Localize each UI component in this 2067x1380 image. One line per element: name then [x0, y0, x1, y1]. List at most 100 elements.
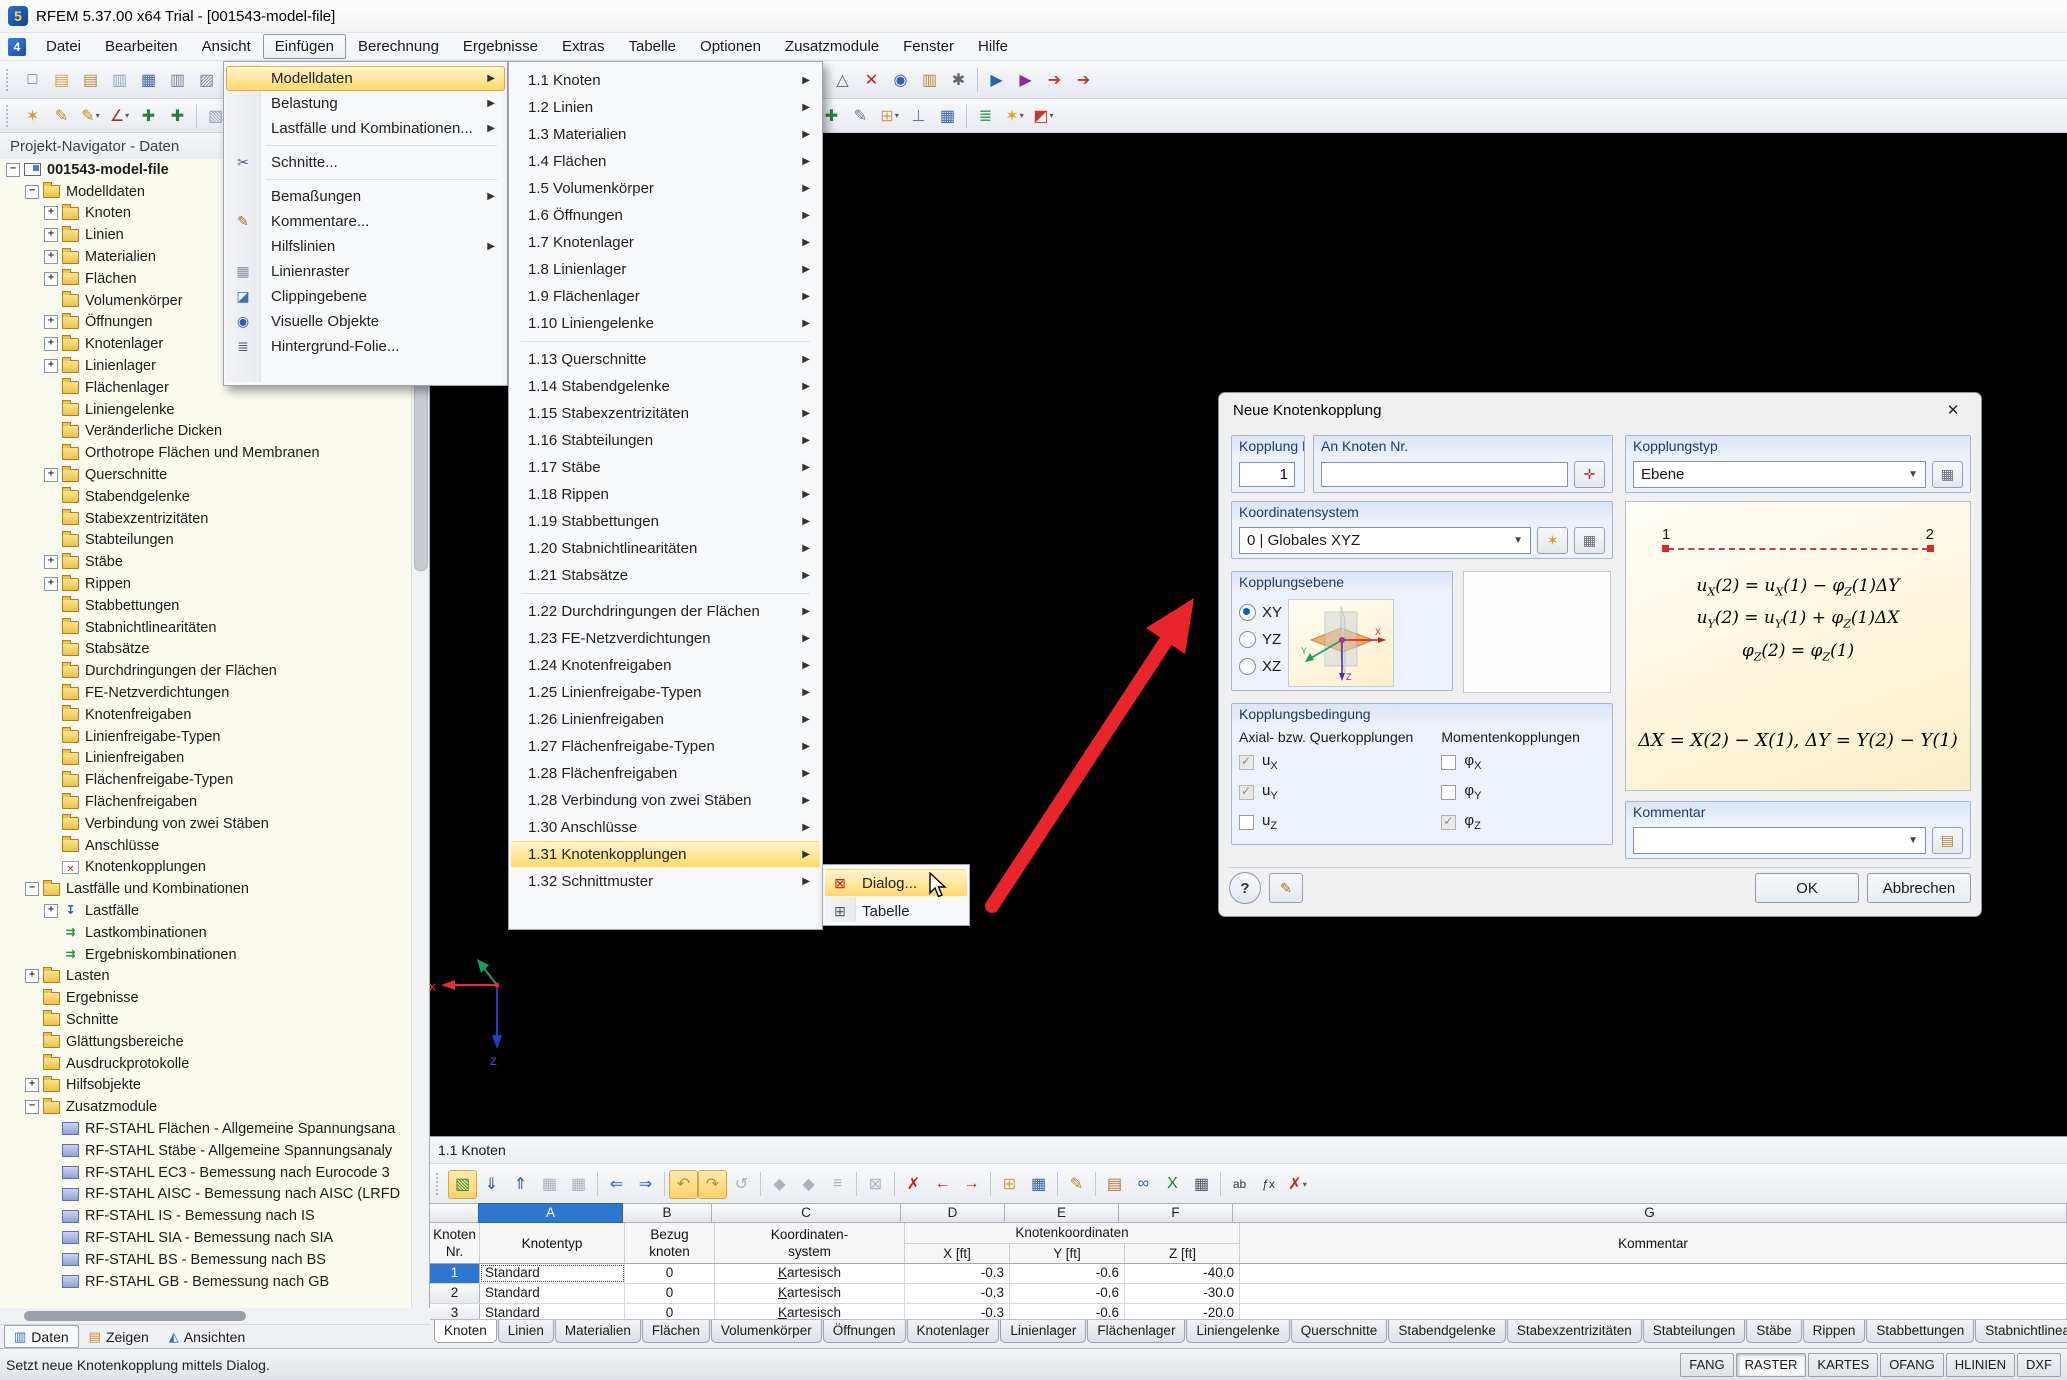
tree-item-rf-stahl-bs-bemessung-nach-bs[interactable]: RF-STAHL BS - Bemessung nach BS [0, 1249, 429, 1271]
check-icon[interactable]: ∞ [1129, 1170, 1158, 1199]
clear-marks-icon[interactable]: ⊠ [861, 1170, 890, 1199]
submenu-item-1-24-knotenfreigaben[interactable]: 1.24 Knotenfreigaben▶ [511, 652, 820, 679]
collapse-icon[interactable]: − [25, 185, 39, 199]
checkbox-checked-icon[interactable] [1239, 755, 1254, 770]
row-number-cell[interactable]: 2 [430, 1284, 480, 1303]
help-button[interactable]: ? [1229, 872, 1261, 904]
radio-selected-icon[interactable] [1239, 604, 1256, 621]
insert-menu-item-clippingebene[interactable]: ◪Clippingebene [226, 284, 505, 309]
comment-manager-button[interactable]: ▤ [1932, 827, 1963, 854]
pick-node-button[interactable]: ✛ [1574, 461, 1605, 488]
column-letter-f[interactable]: F [1118, 1203, 1233, 1223]
undo-icon[interactable]: ↶ [669, 1170, 698, 1199]
plane-option-xy[interactable]: XY [1239, 599, 1282, 626]
tree-item-veränderliche-dicken[interactable]: Veränderliche Dicken [0, 421, 429, 443]
menu-datei[interactable]: Datei [34, 34, 93, 59]
new-polyline-icon[interactable]: ∠▾ [105, 101, 134, 130]
collapse-icon[interactable]: − [25, 882, 39, 896]
coupling-number-input[interactable] [1239, 462, 1295, 487]
condition-uy[interactable]: uY [1239, 777, 1413, 807]
table-tab-liniengelenke[interactable]: Liniengelenke [1186, 1320, 1289, 1343]
table-export-down-icon[interactable]: ⇓ [477, 1170, 506, 1199]
tree-item-rf-stahl-is-bemessung-nach-is[interactable]: RF-STAHL IS - Bemessung nach IS [0, 1205, 429, 1227]
menu-bearbeiten[interactable]: Bearbeiten [93, 34, 190, 59]
mark-3-icon[interactable]: ≡ [823, 1170, 852, 1199]
table-import-up-icon[interactable]: ⇑ [506, 1170, 535, 1199]
view-flag-1-icon[interactable]: ▶ [982, 65, 1011, 94]
info-icon[interactable]: ◉ [886, 65, 915, 94]
edit-coordinate-system-button[interactable]: ▦ [1574, 527, 1605, 554]
condition-ux[interactable]: uX [1239, 747, 1413, 777]
edit-mode-icon[interactable]: ▧ [448, 1170, 477, 1199]
partial-view-icon[interactable]: ⊞▾ [875, 101, 904, 130]
table-tab-materialien[interactable]: Materialien [555, 1320, 641, 1343]
tree-item-rf-stahl-gb-bemessung-nach-gb[interactable]: RF-STAHL GB - Bemessung nach GB [0, 1271, 429, 1293]
radio-unselected-icon[interactable] [1239, 631, 1256, 648]
load-arrow-1-icon[interactable]: ➔ [1040, 65, 1069, 94]
submenu-item-1-18-rippen[interactable]: 1.18 Rippen▶ [511, 481, 820, 508]
remove-row-icon[interactable]: → [957, 1170, 986, 1199]
next-table-icon[interactable]: ⇒ [631, 1170, 660, 1199]
expand-icon[interactable]: + [25, 969, 39, 983]
coordinate-system-select[interactable]: 0 | Globales XYZ ▼ [1239, 527, 1531, 554]
plane-option-yz[interactable]: YZ [1239, 626, 1282, 653]
expand-icon[interactable]: + [44, 577, 58, 591]
insert-menu-item-linienraster[interactable]: ▦Linienraster [226, 259, 505, 284]
prev-table-icon[interactable]: ⇐ [602, 1170, 631, 1199]
context-item-tabelle[interactable]: ⊞Tabelle [825, 897, 967, 925]
tree-item-durchdringungen-der-flächen[interactable]: Durchdringungen der Flächen [0, 660, 429, 682]
submenu-item-1-30-anschlüsse[interactable]: 1.30 Anschlüsse▶ [511, 814, 820, 841]
cell[interactable]: 0 [625, 1264, 715, 1283]
tree-item-glättungsbereiche[interactable]: Glättungsbereiche [0, 1031, 429, 1053]
cell[interactable]: 0 [625, 1284, 715, 1303]
refresh-icon[interactable]: ↺ [727, 1170, 756, 1199]
table-tab-stabnichtlinearitäten[interactable]: Stabnichtlinearitäten [1975, 1320, 2067, 1343]
expand-icon[interactable]: + [44, 359, 58, 373]
submenu-item-1-28-flächenfreigaben[interactable]: 1.28 Flächenfreigaben▶ [511, 760, 820, 787]
submenu-item-1-31-knotenkopplungen[interactable]: 1.31 Knotenkopplungen▶ [511, 841, 820, 868]
tree-item-liniengelenke[interactable]: Liniengelenke [0, 399, 429, 421]
expand-icon[interactable]: + [44, 206, 58, 220]
submenu-item-1-20-stabnichtlinearitäten[interactable]: 1.20 Stabnichtlinearitäten▶ [511, 535, 820, 562]
column-letter-b[interactable]: B [622, 1203, 712, 1223]
collapse-icon[interactable]: − [25, 1100, 39, 1114]
settings-icon[interactable]: ✱ [944, 65, 973, 94]
new-visual-icon[interactable]: ✶▾ [1000, 101, 1029, 130]
table-tab-stabteilungen[interactable]: Stabteilungen [1643, 1320, 1746, 1343]
column-letter-c[interactable]: C [711, 1203, 901, 1223]
expand-icon[interactable]: + [44, 315, 58, 329]
mark-2-icon[interactable]: ◆ [794, 1170, 823, 1199]
submenu-item-1-16-stabteilungen[interactable]: 1.16 Stabteilungen▶ [511, 427, 820, 454]
cell[interactable]: -0.6 [1010, 1304, 1125, 1319]
mark-1-icon[interactable]: ◆ [765, 1170, 794, 1199]
submenu-item-1-1-knoten[interactable]: 1.1 Knoten▶ [511, 67, 820, 94]
context-item-dialog[interactable]: ⊠Dialog... [825, 869, 967, 897]
column-letter-d[interactable]: D [900, 1203, 1005, 1223]
notes-icon[interactable]: ▥ [915, 65, 944, 94]
submenu-item-1-10-liniengelenke[interactable]: 1.10 Liniengelenke▶ [511, 310, 820, 337]
expand-icon[interactable]: + [44, 228, 58, 242]
open-project-icon[interactable]: ▤ [76, 65, 105, 94]
insert-menu-item-bemaßungen[interactable]: Bemaßungen▶ [226, 184, 505, 209]
submenu-item-1-32-schnittmuster[interactable]: 1.32 Schnittmuster▶ [511, 868, 820, 895]
comment-combobox[interactable]: ▼ [1633, 827, 1926, 854]
condition-z[interactable]: φZ [1441, 807, 1580, 837]
submenu-item-1-22-durchdringungen-der-flächen[interactable]: 1.22 Durchdringungen der Flächen▶ [511, 598, 820, 625]
table-tab-flächenlager[interactable]: Flächenlager [1087, 1320, 1185, 1343]
checkbox-unchecked-icon[interactable] [1441, 785, 1456, 800]
cell[interactable]: Kartesisch [715, 1284, 905, 1303]
color-scale-icon[interactable]: ◩▾ [1029, 101, 1058, 130]
menu-ansicht[interactable]: Ansicht [190, 34, 263, 59]
checkbox-checked-icon[interactable] [1239, 785, 1254, 800]
submenu-item-1-7-knotenlager[interactable]: 1.7 Knotenlager▶ [511, 229, 820, 256]
expand-icon[interactable]: + [44, 250, 58, 264]
tree-item-flächenfreigaben[interactable]: Flächenfreigaben [0, 791, 429, 813]
menu-extras[interactable]: Extras [550, 34, 617, 59]
menu-ergebnisse[interactable]: Ergebnisse [451, 34, 550, 59]
submenu-item-1-25-linienfreigabe-typen[interactable]: 1.25 Linienfreigabe-Typen▶ [511, 679, 820, 706]
view-table-icon[interactable]: ⊞ [995, 1170, 1024, 1199]
load-arrow-2-icon[interactable]: ➔ [1069, 65, 1098, 94]
insert-menu-item-belastung[interactable]: Belastung▶ [226, 91, 505, 116]
cell[interactable]: -0.6 [1010, 1284, 1125, 1303]
submenu-item-1-26-linienfreigaben[interactable]: 1.26 Linienfreigaben▶ [511, 706, 820, 733]
